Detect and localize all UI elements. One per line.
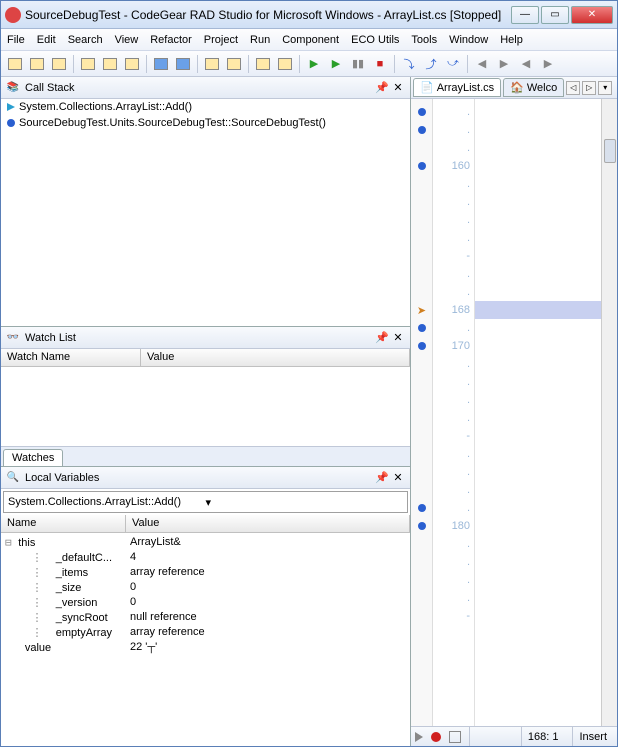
- locals-row[interactable]: ⋮ _itemsarray reference: [1, 565, 410, 580]
- menu-search[interactable]: Search: [68, 34, 103, 46]
- app-icon: [5, 7, 21, 23]
- nav-button[interactable]: ◀: [516, 54, 536, 74]
- watch-title: Watch List: [25, 332, 374, 344]
- locals-row[interactable]: ⋮ _defaultC...4: [1, 550, 410, 565]
- menubar: File Edit Search View Refactor Project R…: [1, 29, 617, 51]
- scroll-thumb[interactable]: [604, 139, 616, 163]
- nav-back-button[interactable]: ◀: [472, 54, 492, 74]
- code-area[interactable]: [475, 99, 601, 726]
- nav-button[interactable]: ▶: [538, 54, 558, 74]
- col-value[interactable]: Value: [126, 515, 410, 532]
- save-button[interactable]: [151, 54, 171, 74]
- menu-component[interactable]: Component: [282, 34, 339, 46]
- menu-window[interactable]: Window: [449, 34, 488, 46]
- locals-row[interactable]: ⋮ _syncRootnull reference: [1, 610, 410, 625]
- watch-icon: 👓: [5, 330, 21, 346]
- menu-edit[interactable]: Edit: [37, 34, 56, 46]
- open-button[interactable]: [202, 54, 222, 74]
- toolbar-btn[interactable]: [275, 54, 295, 74]
- close-button[interactable]: ✕: [571, 6, 613, 24]
- maximize-button[interactable]: ▭: [541, 6, 569, 24]
- toolbar-btn[interactable]: [5, 54, 25, 74]
- col-name[interactable]: Name: [1, 515, 126, 532]
- tab-welcome[interactable]: 🏠 Welco: [503, 78, 564, 97]
- window-title: SourceDebugTest - CodeGear RAD Studio fo…: [25, 8, 511, 22]
- file-icon: 📄: [420, 81, 434, 94]
- col-watch-name[interactable]: Watch Name: [1, 349, 141, 366]
- menu-eco-utils[interactable]: ECO Utils: [351, 34, 399, 46]
- locals-row[interactable]: ⋮ _version0: [1, 595, 410, 610]
- toolbar-btn[interactable]: [78, 54, 98, 74]
- pin-icon[interactable]: 📌: [374, 330, 390, 346]
- watch-panel: 👓 Watch List 📌 ✕ Watch Name Value Watche…: [1, 327, 410, 467]
- chevron-down-icon: ▾: [206, 496, 404, 509]
- toolbar-btn[interactable]: [253, 54, 273, 74]
- stop-button[interactable]: ■: [370, 54, 390, 74]
- callstack-frame[interactable]: SourceDebugTest.Units.SourceDebugTest::S…: [1, 115, 410, 131]
- menu-tools[interactable]: Tools: [411, 34, 437, 46]
- status-mode: Insert: [572, 727, 613, 746]
- locals-row[interactable]: ⋮ emptyArrayarray reference: [1, 625, 410, 640]
- menu-project[interactable]: Project: [204, 34, 238, 46]
- tab-arraylist[interactable]: 📄 ArrayList.cs: [413, 78, 501, 97]
- toolbar-btn[interactable]: [27, 54, 47, 74]
- panel-close-icon[interactable]: ✕: [390, 330, 406, 346]
- status-position: 168: 1: [521, 727, 565, 746]
- tab-list-icon[interactable]: ▾: [598, 81, 612, 95]
- record-indicator-icon: [431, 732, 441, 742]
- nav-fwd-button[interactable]: ▶: [494, 54, 514, 74]
- run-button[interactable]: ▶: [304, 54, 324, 74]
- tab-watches[interactable]: Watches: [3, 449, 63, 466]
- home-icon: 🏠: [510, 81, 524, 94]
- pin-icon[interactable]: 📌: [374, 470, 390, 486]
- callstack-icon: 📚: [5, 80, 21, 96]
- toolbar-btn[interactable]: [224, 54, 244, 74]
- pause-button[interactable]: ▮▮: [348, 54, 368, 74]
- locals-title: Local Variables: [25, 472, 374, 484]
- callstack-panel: 📚 Call Stack 📌 ✕ System.Collections.Arra…: [1, 77, 410, 327]
- locals-panel: 🔍 Local Variables 📌 ✕ System.Collections…: [1, 467, 410, 746]
- locals-icon: 🔍: [5, 470, 21, 486]
- tab-nav-next[interactable]: ▷: [582, 81, 596, 95]
- toolbar-btn[interactable]: [100, 54, 120, 74]
- status-icon: [449, 731, 461, 743]
- run-indicator-icon: [415, 732, 423, 742]
- locals-context-select[interactable]: System.Collections.ArrayList::Add() ▾: [3, 491, 408, 513]
- panel-close-icon[interactable]: ✕: [390, 470, 406, 486]
- callstack-frame[interactable]: System.Collections.ArrayList::Add(): [1, 99, 410, 115]
- run-no-debug-button[interactable]: ▶: [326, 54, 346, 74]
- locals-tree: ⊟ thisArrayList& ⋮ _defaultC...4 ⋮ _item…: [1, 533, 410, 746]
- line-gutter: ...160....-..168.170....-....180....-: [433, 99, 475, 726]
- col-watch-value[interactable]: Value: [141, 349, 410, 366]
- locals-row[interactable]: ⋮ _size0: [1, 580, 410, 595]
- toolbar-btn[interactable]: [122, 54, 142, 74]
- editor-statusbar: 168: 1 Insert: [411, 726, 617, 746]
- locals-row[interactable]: ⊟ thisArrayList&: [1, 535, 410, 550]
- locals-row[interactable]: value22 '┬': [1, 640, 410, 655]
- code-editor[interactable]: ➤ ...160....-..168.170....-....180....-: [411, 99, 617, 726]
- editor-tabs: 📄 ArrayList.cs 🏠 Welco ◁ ▷ ▾: [411, 77, 617, 99]
- step-button[interactable]: ⤻: [443, 54, 463, 74]
- save-all-button[interactable]: [173, 54, 193, 74]
- main-toolbar: ▶ ▶ ▮▮ ■ ⤵ ⤴ ⤻ ◀ ▶ ◀ ▶: [1, 51, 617, 77]
- tab-nav-prev[interactable]: ◁: [566, 81, 580, 95]
- pin-icon[interactable]: 📌: [374, 80, 390, 96]
- toolbar-btn[interactable]: [49, 54, 69, 74]
- menu-file[interactable]: File: [7, 34, 25, 46]
- breakpoint-margin[interactable]: ➤: [411, 99, 433, 726]
- current-frame-icon: [7, 103, 15, 111]
- vertical-scrollbar[interactable]: [601, 99, 617, 726]
- callstack-title: Call Stack: [25, 82, 374, 94]
- frame-icon: [7, 119, 15, 127]
- titlebar: SourceDebugTest - CodeGear RAD Studio fo…: [1, 1, 617, 29]
- menu-run[interactable]: Run: [250, 34, 270, 46]
- step-button[interactable]: ⤴: [421, 54, 441, 74]
- menu-refactor[interactable]: Refactor: [150, 34, 192, 46]
- menu-view[interactable]: View: [115, 34, 139, 46]
- minimize-button[interactable]: —: [511, 6, 539, 24]
- step-button[interactable]: ⤵: [399, 54, 419, 74]
- menu-help[interactable]: Help: [500, 34, 523, 46]
- panel-close-icon[interactable]: ✕: [390, 80, 406, 96]
